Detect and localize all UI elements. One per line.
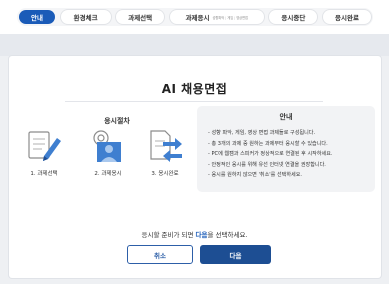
step-label: 1. 과제선택 [30,171,58,177]
info-item: - 성향 파악, 게임, 영상 면접 과제들로 구성됩니다. [208,130,316,136]
prompt-text: 응시할 준비가 되면 [141,231,196,239]
info-item: - 안정적인 응시를 위해 유선 인터넷 연결을 권장합니다. [208,161,326,168]
tab-label: 과제선택 [128,14,153,22]
info-box: 안내 - 성향 파악, 게임, 영상 면접 과제들로 구성됩니다. - 총 3개… [197,106,375,192]
tab-sublabel: 성향파악 [212,15,225,20]
step-complete: 3. 응시완료 [130,129,200,177]
tab-task-select[interactable]: 과제선택 [116,10,165,24]
tab-sublabel: 영상면접 [236,15,248,20]
tab-label: 응시완료 [335,14,359,22]
tab-label: 환경체크 [73,14,98,22]
title-divider [65,101,323,102]
person-webcam-icon [93,130,121,162]
tab-label: 응시중단 [281,14,306,22]
tab-guide[interactable]: 안내 [19,10,55,24]
prompt-text: 을 선택하세요. [207,231,248,239]
step-tabs: 안내 환경체크 과제선택 과제응시 성향파악|게임|영상면접 응시중단 응시완료 [17,8,373,26]
tab-label: 과제응시 [185,14,210,22]
next-button[interactable]: 다음 [200,245,271,264]
info-item: - 응시를 원하지 않으면 '취소'를 선택하세요. [208,172,303,179]
info-item: - PC에 웹캠과 스피커가 정상적으로 연결된 후 시작하세요. [208,151,333,158]
ready-prompt: 응시할 준비가 되면 다음을 선택하세요. [0,229,389,239]
checklist-pencil-icon [28,131,61,161]
info-item: - 총 3개의 과제 중 원하는 과제부터 응시할 수 있습니다. [208,140,328,147]
cancel-button[interactable]: 취소 [127,245,193,264]
tab-sublabels: 성향파악|게임|영상면접 [212,15,248,20]
header-strip [0,34,389,56]
page-title: AI 채용면접 [161,82,228,96]
process-title: 응시절차 [104,117,130,125]
step-label: 3. 응시완료 [151,171,179,177]
tab-sublabel: 게임 [227,15,234,20]
step-task-select: 1. 과제선택 [9,129,79,177]
tab-task-take[interactable]: 과제응시 성향파악|게임|영상면접 [169,10,264,24]
prompt-highlight: 다음 [195,231,208,239]
tab-environment-check[interactable]: 환경체크 [60,10,111,24]
top-navigation-bar: 안내 환경체크 과제선택 과제응시 성향파악|게임|영상면접 응시중단 응시완료 [0,0,389,34]
tab-complete[interactable]: 응시완료 [322,10,371,24]
info-title: 안내 [279,113,293,121]
document-transfer-icon [150,130,182,162]
info-list: - 성향 파악, 게임, 영상 면접 과제들로 구성됩니다. - 총 3개의 과… [208,128,333,181]
tab-label: 안내 [31,14,43,22]
tab-stop[interactable]: 응시중단 [269,10,318,24]
